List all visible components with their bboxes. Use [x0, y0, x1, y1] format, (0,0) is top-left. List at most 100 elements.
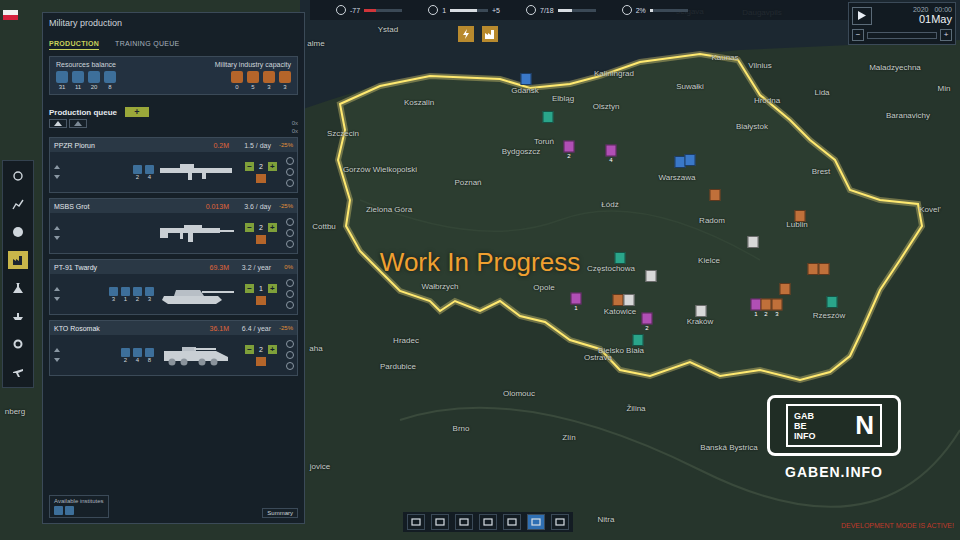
sidebar-item[interactable]	[8, 307, 28, 325]
city-label[interactable]: Elbląg	[552, 94, 574, 103]
play-button[interactable]	[852, 7, 872, 25]
info-icon[interactable]	[286, 218, 294, 226]
info-icon[interactable]	[286, 340, 294, 348]
remove-icon[interactable]	[286, 179, 294, 187]
move-up-icon[interactable]	[54, 165, 60, 169]
remove-icon[interactable]	[286, 362, 294, 370]
add-button[interactable]: +	[125, 107, 149, 117]
settings-icon[interactable]	[286, 290, 294, 298]
city-label[interactable]: Toruń	[534, 137, 554, 146]
speed-down-button[interactable]: −	[852, 29, 864, 41]
city-label[interactable]: Hradec	[393, 336, 419, 345]
production-item[interactable]: PPZR Piorun0.2M1.5 / day-25%24−2+	[49, 137, 298, 193]
increase-button[interactable]: +	[268, 284, 277, 293]
speed-up-button[interactable]: +	[940, 29, 952, 41]
unit-marker[interactable]: 4	[606, 145, 617, 164]
unit-marker[interactable]	[808, 263, 819, 275]
city-label[interactable]: Gorzów Wielkopolski	[343, 165, 417, 174]
city-label[interactable]: Bydgoszcz	[502, 147, 541, 156]
unit-marker[interactable]	[819, 263, 830, 275]
increase-button[interactable]: +	[268, 223, 277, 232]
city-label[interactable]: Zielona Góra	[366, 205, 412, 214]
map-mode-button[interactable]	[455, 514, 473, 530]
lightning-icon[interactable]	[458, 26, 474, 42]
settings-icon[interactable]	[286, 351, 294, 359]
resource-stat[interactable]: 2%	[622, 5, 688, 15]
city-label[interactable]: Kaunas	[711, 53, 738, 62]
city-label[interactable]: Žilina	[626, 404, 645, 413]
city-label[interactable]: Lida	[814, 88, 829, 97]
unit-marker[interactable]: 1	[571, 293, 582, 312]
city-label[interactable]: Banská Bystrica	[700, 443, 757, 452]
unit-marker[interactable]	[615, 252, 626, 264]
city-label[interactable]: Poznań	[454, 178, 481, 187]
unit-marker[interactable]	[748, 236, 759, 248]
info-icon[interactable]	[286, 157, 294, 165]
move-up-icon[interactable]	[54, 287, 60, 291]
institute-icon[interactable]	[65, 506, 74, 515]
unit-marker[interactable]: 2	[761, 299, 772, 318]
map-mode-button[interactable]	[407, 514, 425, 530]
remove-icon[interactable]	[286, 240, 294, 248]
summary-button[interactable]: Summary	[262, 508, 298, 518]
remove-icon[interactable]	[286, 301, 294, 309]
sidebar-item[interactable]	[8, 195, 28, 213]
city-label[interactable]: Kielce	[698, 256, 720, 265]
unit-marker[interactable]	[543, 111, 554, 123]
city-label[interactable]: Brno	[453, 424, 470, 433]
city-label[interactable]: Rzeszów	[813, 311, 845, 320]
sidebar-item[interactable]	[8, 335, 28, 353]
decrease-button[interactable]: −	[245, 284, 254, 293]
move-up-icon[interactable]	[54, 226, 60, 230]
sidebar-item[interactable]	[8, 251, 28, 269]
city-label[interactable]: Min	[938, 84, 951, 93]
sidebar-item[interactable]	[8, 363, 28, 381]
increase-button[interactable]: +	[268, 162, 277, 171]
city-label[interactable]: Kraków	[687, 317, 714, 326]
unit-marker[interactable]	[521, 73, 532, 85]
city-label[interactable]: Hrodna	[754, 96, 780, 105]
decrease-button[interactable]: −	[245, 345, 254, 354]
city-label[interactable]: Katowice	[604, 307, 636, 316]
city-label[interactable]: nberg	[5, 407, 25, 416]
city-label[interactable]: Baranavichy	[886, 111, 930, 120]
institute-icon[interactable]	[54, 506, 63, 515]
increase-button[interactable]: +	[268, 345, 277, 354]
city-label[interactable]: Gdańsk	[511, 86, 539, 95]
info-icon[interactable]	[286, 279, 294, 287]
city-label[interactable]: Łódź	[601, 200, 618, 209]
map-mode-button[interactable]	[503, 514, 521, 530]
city-label[interactable]: Szczecin	[327, 129, 359, 138]
city-label[interactable]: Ystad	[378, 25, 398, 34]
unit-marker[interactable]	[696, 305, 707, 317]
city-label[interactable]: Maladzyechna	[869, 63, 921, 72]
tab[interactable]: PRODUCTION	[49, 40, 99, 50]
decrease-button[interactable]: −	[245, 223, 254, 232]
city-label[interactable]: Opole	[533, 283, 554, 292]
unit-marker[interactable]	[633, 334, 644, 346]
factory-icon[interactable]	[482, 26, 498, 42]
unit-marker[interactable]	[624, 294, 635, 306]
move-down-icon[interactable]	[54, 358, 60, 362]
city-label[interactable]: Suwałki	[676, 82, 704, 91]
city-label[interactable]: Radom	[699, 216, 725, 225]
unit-marker[interactable]: 3	[772, 299, 783, 318]
city-label[interactable]: Pardubice	[380, 362, 416, 371]
city-label[interactable]: Częstochowa	[587, 264, 635, 273]
move-down-icon[interactable]	[54, 175, 60, 179]
city-label[interactable]: Olsztyn	[593, 102, 620, 111]
unit-marker[interactable]	[795, 210, 806, 222]
city-label[interactable]: aha	[309, 344, 322, 353]
city-label[interactable]: Koszalin	[404, 98, 434, 107]
city-label[interactable]: Warszawa	[658, 173, 695, 182]
unit-marker[interactable]	[827, 296, 838, 308]
city-label[interactable]: Nitra	[598, 515, 615, 524]
unit-marker[interactable]	[646, 270, 657, 282]
resource-stat[interactable]: 1+5	[428, 5, 500, 15]
unit-marker[interactable]: 2	[564, 141, 575, 160]
unit-marker[interactable]	[613, 294, 624, 306]
sort-up-button[interactable]	[49, 119, 67, 128]
city-label[interactable]: Zlín	[562, 433, 575, 442]
settings-icon[interactable]	[286, 168, 294, 176]
tab[interactable]: TRAINING QUEUE	[115, 40, 179, 50]
